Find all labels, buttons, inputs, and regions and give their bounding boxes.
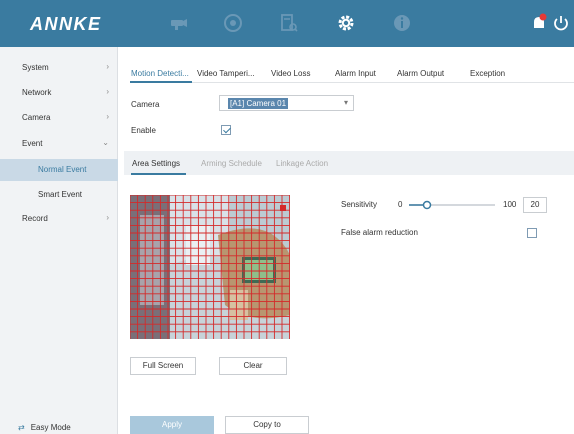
camera-icon[interactable]: [167, 12, 189, 34]
sidebar-item-normal-event[interactable]: Normal Event: [0, 159, 118, 181]
search-icon[interactable]: [278, 12, 300, 34]
false-alarm-checkbox[interactable]: [527, 228, 537, 238]
sidebar: System › Network › Camera › Event ⌄ Norm…: [0, 47, 118, 434]
motion-subtabs: Area Settings Arming Schedule Linkage Ac…: [124, 151, 574, 175]
sidebar-item-label: System: [22, 63, 49, 72]
sensitivity-label: Sensitivity: [341, 200, 378, 209]
sidebar-item-label: Camera: [22, 113, 51, 122]
camera-select-value: [A1] Camera 01: [228, 98, 289, 109]
chevron-right-icon: ›: [106, 213, 109, 222]
easy-mode-toggle[interactable]: ⇄ Easy Mode: [18, 423, 71, 432]
tab-video-loss[interactable]: Video Loss: [271, 69, 310, 78]
tab-video-tampering[interactable]: Video Tamperi...: [197, 69, 255, 78]
sidebar-item-record[interactable]: Record ›: [0, 208, 118, 230]
switch-mode-icon: ⇄: [18, 423, 25, 432]
sidebar-item-camera[interactable]: Camera ›: [0, 107, 118, 129]
sensitivity-max: 100: [503, 200, 517, 209]
power-icon[interactable]: [550, 12, 572, 34]
brand-logo: ANNKE: [30, 14, 102, 34]
chevron-right-icon: ›: [106, 62, 109, 71]
sidebar-item-label: Normal Event: [38, 165, 87, 174]
sidebar-item-label: Record: [22, 214, 48, 223]
tab-arming-schedule[interactable]: Arming Schedule: [201, 159, 262, 168]
sidebar-item-event[interactable]: Event ⌄: [0, 133, 118, 155]
full-screen-button[interactable]: Full Screen: [130, 357, 196, 375]
sidebar-item-system[interactable]: System ›: [0, 57, 118, 79]
active-subtab-indicator: [131, 173, 186, 175]
easy-mode-label: Easy Mode: [30, 423, 71, 432]
sidebar-item-label: Event: [22, 139, 43, 148]
enable-label: Enable: [131, 126, 156, 135]
sidebar-item-label: Network: [22, 88, 52, 97]
sidebar-item-network[interactable]: Network ›: [0, 82, 118, 104]
sensitivity-input[interactable]: 20: [523, 197, 547, 213]
info-icon[interactable]: [391, 12, 413, 34]
playback-icon[interactable]: [222, 12, 244, 34]
tab-alarm-output[interactable]: Alarm Output: [397, 69, 444, 78]
top-bar: ANNKE: [0, 0, 574, 47]
tab-linkage-action[interactable]: Linkage Action: [276, 159, 328, 168]
chevron-down-icon: ⌄: [102, 138, 109, 147]
enable-checkbox[interactable]: [221, 125, 231, 135]
sensitivity-min: 0: [398, 200, 403, 209]
active-tab-indicator: [130, 81, 192, 83]
camera-select[interactable]: [A1] Camera 01 ▾: [219, 95, 354, 111]
video-preview-svg: [130, 195, 290, 339]
copy-to-button[interactable]: Copy to: [225, 416, 309, 434]
gear-icon[interactable]: [335, 12, 357, 34]
tabs-divider: [130, 82, 574, 83]
apply-button[interactable]: Apply: [130, 416, 214, 434]
tab-area-settings[interactable]: Area Settings: [132, 159, 180, 168]
tab-alarm-input[interactable]: Alarm Input: [335, 69, 376, 78]
chevron-down-icon: ▾: [343, 98, 348, 107]
chevron-right-icon: ›: [106, 87, 109, 96]
tab-exception[interactable]: Exception: [470, 69, 505, 78]
clear-button[interactable]: Clear: [219, 357, 287, 375]
alarm-bell-icon[interactable]: [528, 12, 550, 34]
false-alarm-label: False alarm reduction: [341, 228, 418, 237]
sidebar-item-smart-event[interactable]: Smart Event: [0, 184, 118, 206]
camera-label: Camera: [131, 100, 160, 109]
tab-motion-detection[interactable]: Motion Detecti...: [131, 69, 189, 78]
chevron-right-icon: ›: [106, 112, 109, 121]
sensitivity-slider[interactable]: [407, 199, 497, 211]
motion-area-video[interactable]: [130, 195, 290, 339]
sidebar-item-label: Smart Event: [38, 190, 83, 199]
slider-handle: [422, 200, 432, 210]
